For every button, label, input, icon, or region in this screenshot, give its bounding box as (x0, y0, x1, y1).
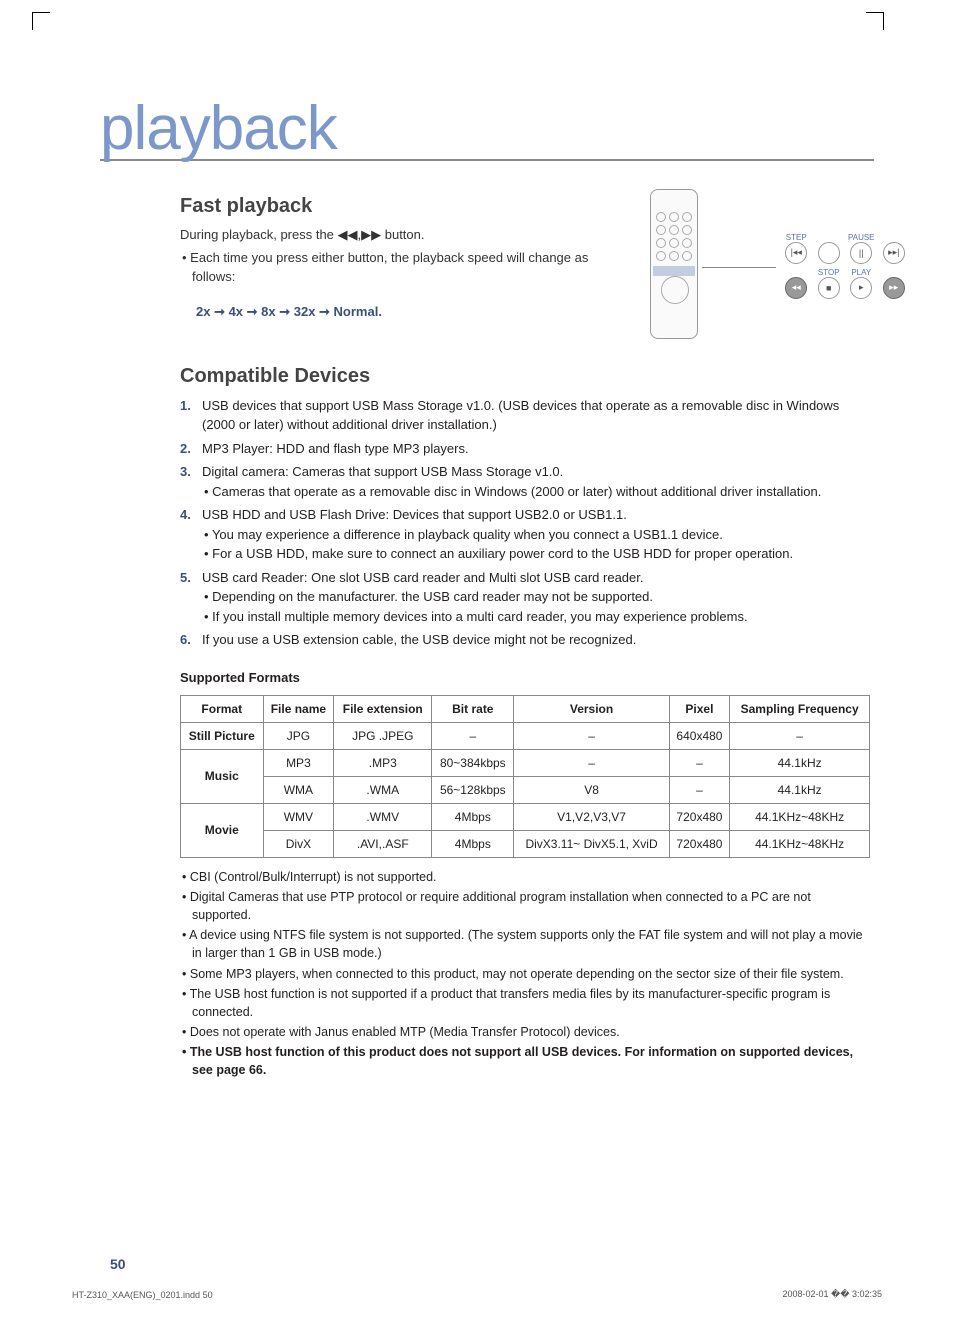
footer-timestamp: 2008-02-01 �� 3:02:35 (782, 1289, 882, 1300)
play-icon: ▸ (850, 277, 872, 299)
rewind-icon: ◂◂ (785, 277, 807, 299)
content-area: Fast playback During playback, press the… (180, 185, 870, 1079)
remote-diagram: STEP PAUSE |◂◂ || ▸▸| STOP PLAY ◂◂ (650, 185, 870, 339)
formats-title: Supported Formats (180, 670, 870, 685)
skip-fwd-icon: ▸▸| (883, 242, 905, 264)
compatible-list: 1.USB devices that support USB Mass Stor… (180, 396, 870, 650)
notes: • CBI (Control/Bulk/Interrupt) is not su… (180, 868, 870, 1079)
fast-bullet: • Each time you press either button, the… (180, 249, 632, 287)
speed-sequence: 2x ➞ 4x ➞ 8x ➞ 32x ➞ Normal. (196, 304, 632, 320)
chapter-title: playback (100, 100, 874, 161)
skip-back-icon: |◂◂ (785, 242, 807, 264)
section-fast-playback-title: Fast playback (180, 195, 632, 218)
remote-callout: STEP PAUSE |◂◂ || ▸▸| STOP PLAY ◂◂ (780, 231, 910, 303)
crop-mark (866, 12, 884, 30)
remote-icon (650, 189, 698, 339)
section-compatible-title: Compatible Devices (180, 365, 870, 388)
fast-intro: During playback, press the ◀◀,▶▶ button. (180, 226, 632, 245)
pause-icon: || (850, 242, 872, 264)
record-icon (818, 242, 840, 264)
ffwd-icon: ▸▸ (883, 277, 905, 299)
page: playback Fast playback During playback, … (0, 0, 954, 1318)
formats-table: Format File name File extension Bit rate… (180, 695, 870, 858)
page-number: 50 (110, 1256, 126, 1272)
crop-mark (32, 12, 50, 30)
stop-icon: ■ (818, 277, 840, 299)
footer-filename: HT-Z310_XAA(ENG)_0201.indd 50 (72, 1290, 213, 1300)
